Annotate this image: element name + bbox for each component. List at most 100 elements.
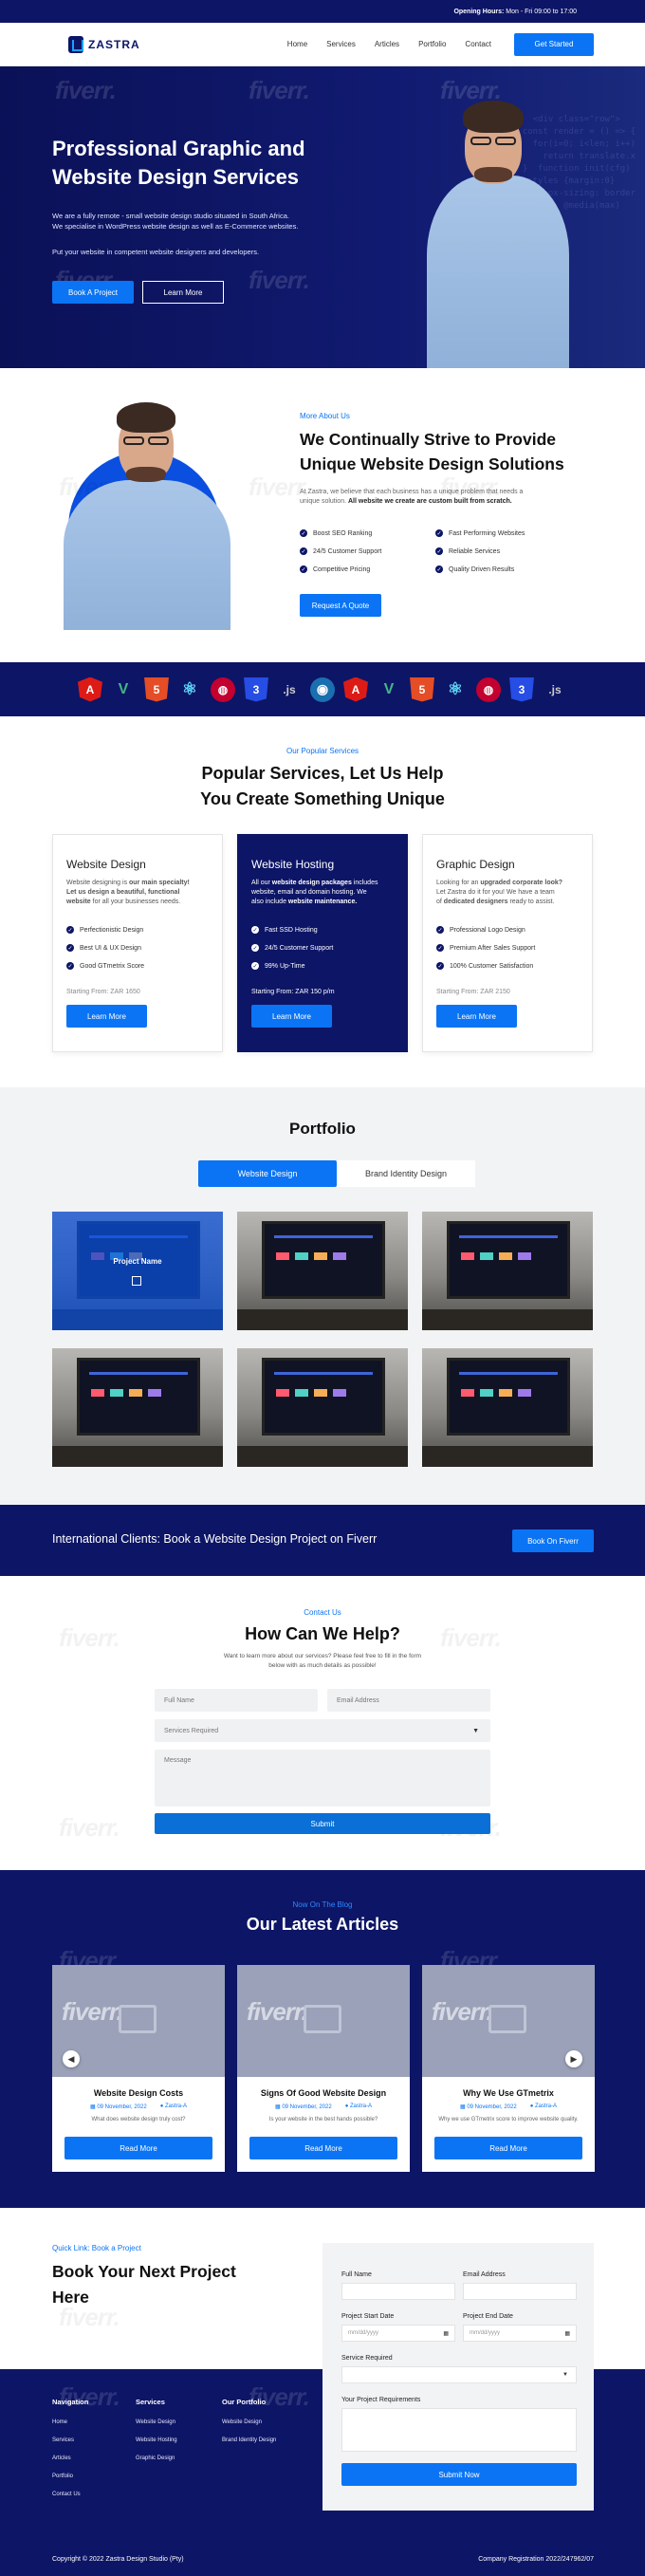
service-feature: ✓ 99% Up-Time [251,962,305,970]
footer-link-articles[interactable]: Articles [52,2456,88,2461]
cta-text: International Clients: Book a Website De… [52,1532,378,1546]
learn-more-button[interactable]: Learn More [66,1005,147,1028]
nav-contact[interactable]: Contact [465,40,491,48]
service-feature: ✓ Professional Logo Design [436,926,525,934]
service-feature: ✓ 100% Customer Satisfaction [436,962,534,970]
requirements-label: Your Project Requirements [341,2397,421,2403]
email-input[interactable]: Email Address [327,1689,490,1712]
footer-link-graphic-design[interactable]: Graphic Design [136,2456,177,2461]
footer-link-home[interactable]: Home [52,2419,88,2425]
watermark: fiverr. [55,76,117,104]
service-card-title: Website Design [66,858,146,871]
calendar-icon[interactable]: ▦ [443,2330,449,2337]
blog-card-title[interactable]: Signs Of Good Website Design [237,2088,410,2098]
portfolio-item[interactable]: Project Name [52,1212,223,1330]
calendar-icon: ▦ 09 November, 2022 [89,2104,147,2110]
read-more-button[interactable]: Read More [249,2137,397,2159]
contact-submit-button[interactable]: Submit [155,1813,490,1834]
nav-portfolio[interactable]: Portfolio [418,40,446,48]
check-icon: ✓ [435,565,443,573]
check-icon: ✓ [435,547,443,555]
portfolio-item[interactable] [237,1348,408,1467]
service-card-description: Website designing is our main specialty!… [66,880,190,905]
service-price: Starting From: ZAR 1650 [66,989,140,995]
feature-item: ✓ Quality Driven Results [435,565,515,573]
request-quote-button[interactable]: Request A Quote [300,594,381,617]
footer-link-contact[interactable]: Contact Us [52,2492,88,2497]
service-feature: ✓ Best UI & UX Design [66,944,141,952]
service-feature: ✓ Fast SSD Hosting [251,926,318,934]
nav-articles[interactable]: Articles [375,40,399,48]
service-required-label: Service Required [341,2355,393,2362]
service-required-select[interactable]: ▼ [341,2366,577,2383]
check-icon: ✓ [436,944,444,952]
check-icon: ✓ [435,529,443,537]
end-date-input[interactable]: mm/dd/yyyy ▦ [463,2325,577,2342]
nav-home[interactable]: Home [287,40,307,48]
vue-icon: V [118,680,129,697]
services-section: Our Popular Services Popular Services, L… [0,716,645,1087]
nav-services[interactable]: Services [326,40,356,48]
portfolio-item[interactable] [422,1212,593,1330]
portfolio-item[interactable] [422,1348,593,1467]
portfolio-item[interactable] [237,1212,408,1330]
carousel-next-arrow-icon[interactable]: ▶ [565,2050,582,2067]
learn-more-button[interactable]: Learn More [251,1005,332,1028]
learn-more-button[interactable]: Learn More [436,1005,517,1028]
copyright-text: Copyright © 2022 Zastra Design Studio (P… [52,2556,184,2563]
footer-link-services[interactable]: Services [52,2437,88,2443]
tab-brand-identity-design[interactable]: Brand Identity Design [337,1160,475,1187]
check-icon: ✓ [300,529,307,537]
blog-card-title[interactable]: Website Design Costs [52,2088,225,2098]
tab-website-design[interactable]: Website Design [198,1160,337,1187]
portfolio-tabs: Website Design Brand Identity Design [198,1160,475,1187]
project-name-label: Project Name [113,1257,162,1266]
blog-card: fiverr. Signs Of Good Website Design ▦ 0… [237,1965,410,2172]
booking-name-input[interactable] [341,2283,455,2300]
footer-link-portfolio-web[interactable]: Website Design [222,2419,276,2425]
external-link-icon[interactable] [132,1276,141,1286]
read-more-button[interactable]: Read More [64,2137,212,2159]
message-textarea[interactable]: Message [155,1750,490,1807]
requirements-textarea[interactable] [341,2408,577,2452]
get-started-button[interactable]: Get Started [514,32,594,56]
watermark: fiverr. [59,1623,120,1652]
footer-link-portfolio-brand[interactable]: Brand Identity Design [222,2437,276,2443]
learn-more-button[interactable]: Learn More [142,281,224,304]
footer-link-website-hosting[interactable]: Website Hosting [136,2437,177,2443]
contact-section: fiverr. fiverr. fiverr. fiverr. Contact … [0,1576,645,1870]
check-icon: ✓ [66,962,74,970]
calendar-icon[interactable]: ▦ [564,2330,570,2337]
full-name-input[interactable]: Full Name [155,1689,318,1712]
logo[interactable]: ZASTRA [68,35,140,53]
calendar-icon: ▦ 09 November, 2022 [274,2104,332,2110]
about-feature-list: ✓ Boost SEO Ranking ✓ Fast Performing Webs… [300,529,603,573]
service-card-title: Website Hosting [251,858,335,871]
booking-submit-button[interactable]: Submit Now [341,2463,577,2486]
footer-link-website-design[interactable]: Website Design [136,2419,177,2425]
blog-card-title[interactable]: Why We Use GTmetrix [422,2088,595,2098]
book-on-fiverr-button[interactable]: Book On Fiverr [512,1529,594,1552]
angular-icon: A [78,676,102,702]
service-card-website-design: Website Design Website designing is our … [52,834,223,1052]
read-more-button[interactable]: Read More [434,2137,582,2159]
portfolio-item[interactable] [52,1348,223,1467]
booking-email-input[interactable] [463,2283,577,2300]
author-icon: ● Zastra-A [344,2103,373,2109]
blog-card-excerpt: Why we use GTmetrix score to improve web… [438,2117,579,2122]
services-select[interactable]: Services Required ▼ [155,1719,490,1742]
footer-link-portfolio[interactable]: Portfolio [52,2474,88,2479]
blog-title: Our Latest Articles [246,1915,399,1934]
portfolio-title: Portfolio [289,1120,356,1138]
blog-card: fiverr. Website Design Costs ▦ 09 Novemb… [52,1965,225,2172]
feature-item: ✓ Fast Performing Websites [435,529,525,537]
service-feature: ✓ Premium After Sales Support [436,944,536,952]
ember-icon: ◍ [476,676,501,702]
about-tag: More About Us [300,412,350,420]
start-date-input[interactable]: mm/dd/yyyy ▦ [341,2325,455,2342]
ember-icon: ◍ [211,676,235,702]
portfolio-section: Portfolio Website Design Brand Identity … [0,1087,645,1505]
book-project-button[interactable]: Book A Project [52,281,134,304]
carousel-prev-arrow-icon[interactable]: ◀ [63,2050,80,2067]
service-price: Starting From: ZAR 150 p/m [251,989,335,995]
